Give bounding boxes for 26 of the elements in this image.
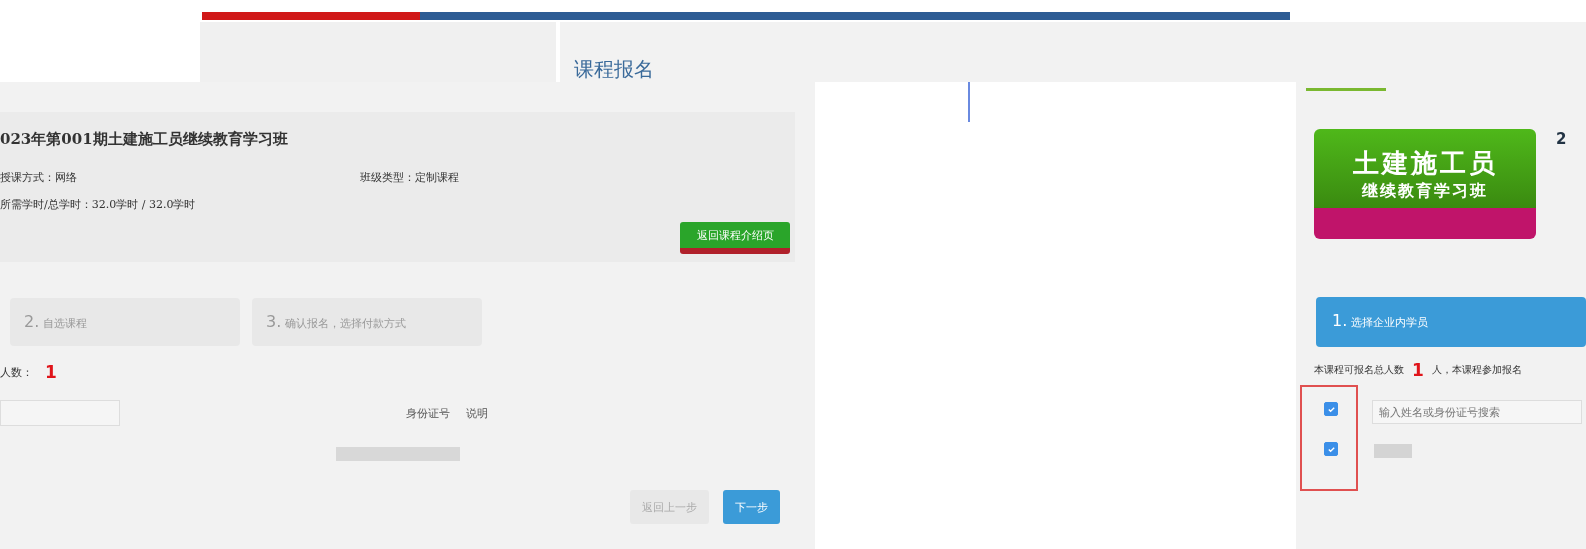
check-icon: [1326, 444, 1336, 454]
step-tab[interactable]: 2. 自选课程: [10, 298, 240, 346]
checkbox[interactable]: [1324, 402, 1338, 416]
checkbox[interactable]: [1324, 442, 1338, 456]
blurred-cell: [1374, 444, 1412, 458]
input-field[interactable]: [0, 400, 120, 426]
count-value: 1: [1412, 360, 1424, 380]
course-title: 2: [1556, 130, 1567, 148]
class-type: 班级类型：定制课程: [360, 170, 459, 185]
step-tab[interactable]: 3. 确认报名，选择付款方式: [252, 298, 482, 346]
page-title: 课程报名: [574, 56, 654, 83]
table-header: 说明: [466, 405, 488, 421]
table-header: 身份证号: [406, 405, 450, 421]
step-tab[interactable]: 1. 选择企业内学员: [1316, 297, 1586, 347]
count-label: 人，本课程参加报名: [1431, 363, 1522, 377]
course-mode: 授课方式：网络: [0, 170, 77, 185]
back-to-intro-button[interactable]: 返回课程介绍页: [680, 222, 790, 254]
step-button[interactable]: 下一步: [723, 490, 780, 524]
course-banner: 土建施工员 继续教育学习班: [1314, 129, 1536, 239]
check-icon: [1326, 404, 1336, 414]
course-hours: 所需学时/总学时：32.0学时 / 32.0学时: [0, 197, 196, 212]
search-field[interactable]: 输入姓名或身份证号搜索: [1372, 400, 1582, 424]
count-label: 本课程可报名总人数: [1314, 363, 1404, 377]
count-value: 1: [45, 362, 57, 382]
course-title: 023年第001期土建施工员继续教育学习班: [0, 130, 288, 149]
count-label: 人数：: [0, 364, 33, 380]
